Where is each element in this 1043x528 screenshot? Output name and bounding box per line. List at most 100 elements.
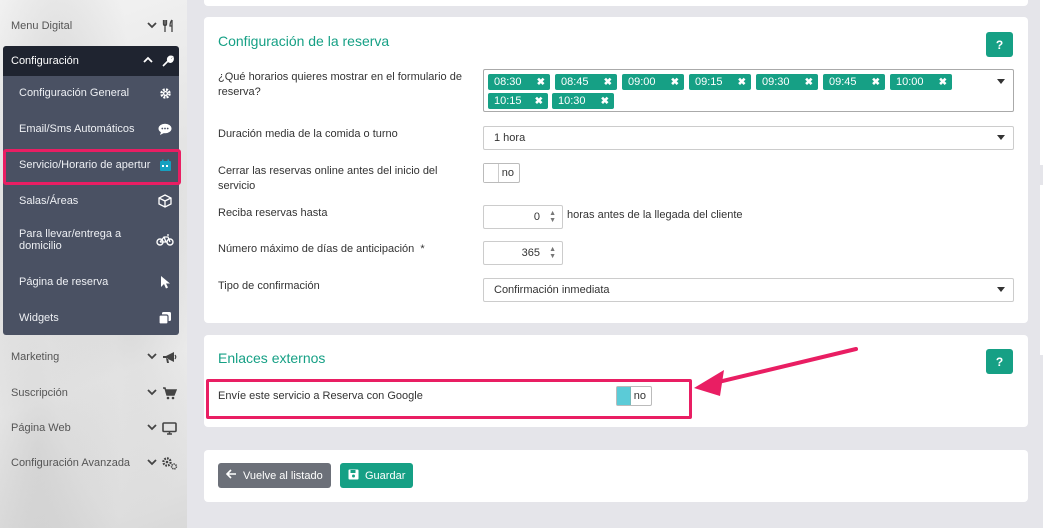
remove-tag-icon[interactable]: ✖: [604, 77, 612, 88]
time-tag[interactable]: 08:30 ✖: [488, 74, 550, 90]
remove-tag-icon[interactable]: ✖: [872, 77, 880, 88]
remove-tag-icon[interactable]: ✖: [939, 77, 947, 88]
button-label: Vuelve al listado: [243, 469, 323, 482]
sidebar-item-label: Página Web: [11, 422, 71, 434]
sidebar-item-label: Configuración General: [19, 87, 130, 99]
sidebar-item-label: Salas/Áreas: [19, 195, 79, 207]
time-tag[interactable]: 10:30 ✖: [552, 93, 614, 109]
toggle-knob: [484, 164, 499, 182]
sidebar-item-configuracion-general[interactable]: Configuración General: [3, 75, 179, 111]
cerrar-reservas-label: Cerrar las reservas online antes del ini…: [218, 165, 438, 192]
sidebar-item-label: Suscripción: [11, 387, 68, 399]
remove-tag-icon[interactable]: ✖: [537, 77, 545, 88]
horas-suffix: horas antes de la llegada del cliente: [567, 209, 743, 221]
spinner-icon[interactable]: ▲ ▼: [549, 210, 556, 224]
remove-tag-icon[interactable]: ✖: [738, 77, 746, 88]
recibir-reservas-label: Reciba reservas hasta: [218, 207, 328, 219]
sidebar-item-label: Para llevar/entrega a domicilio: [19, 228, 122, 252]
sidebar-item-configuracion-avanzada[interactable]: Configuración Avanzada: [0, 445, 180, 481]
remove-tag-icon[interactable]: ✖: [805, 77, 813, 88]
button-label: Guardar: [365, 469, 406, 482]
gears-icon: [158, 456, 180, 470]
sidebar-item-para-llevar[interactable]: Para llevar/entrega a domicilio: [3, 222, 179, 258]
back-to-list-button[interactable]: Vuelve al listado: [218, 463, 331, 488]
sidebar-item-widgets[interactable]: Widgets: [3, 300, 179, 336]
google-label: Envíe este servicio a Reserva con Google: [218, 390, 423, 402]
time-tag[interactable]: 09:30 ✖: [756, 74, 818, 90]
tag-label: 08:45: [561, 76, 589, 88]
save-button[interactable]: Guardar: [340, 463, 414, 488]
horarios-multiselect[interactable]: 08:30 ✖ 08:45 ✖ 09:00 ✖ 09:15 ✖ 09:30 ✖ 09:45…: [483, 69, 1014, 112]
max-dias-input[interactable]: 365 ▲ ▼: [483, 241, 563, 265]
cart-icon: [158, 386, 180, 400]
chevron-down-icon: [146, 352, 158, 363]
tag-label: 09:00: [628, 76, 656, 88]
chevron-down-icon: [146, 423, 158, 434]
input-value: 0: [533, 211, 540, 223]
tag-label: 09:45: [829, 76, 857, 88]
sidebar-item-menu-digital[interactable]: Menu Digital: [0, 8, 180, 44]
select-value: 1 hora: [494, 132, 526, 144]
input-value: 365: [521, 247, 540, 259]
sidebar-item-pagina-reserva[interactable]: Página de reserva: [3, 264, 179, 300]
help-button[interactable]: ?: [986, 32, 1013, 57]
sidebar-item-configuracion[interactable]: Configuración: [3, 46, 179, 76]
caret-down-icon[interactable]: [997, 79, 1005, 84]
select-value: Confirmación inmediata: [494, 284, 610, 296]
time-tag[interactable]: 10:15 ✖: [488, 93, 548, 109]
help-button[interactable]: ?: [986, 349, 1013, 374]
cutlery-icon: [158, 19, 180, 33]
caret-down-icon: [997, 135, 1005, 140]
sidebar-item-suscripcion[interactable]: Suscripción: [0, 375, 180, 411]
chevron-down-icon: [146, 458, 158, 469]
sidebar: Menu Digital Configuración Configuración…: [0, 0, 187, 528]
time-tag[interactable]: 09:00 ✖: [622, 74, 684, 90]
sidebar-item-email-sms[interactable]: Email/Sms Automáticos: [3, 111, 179, 147]
horas-antes-input[interactable]: 0 ▲ ▼: [483, 205, 563, 229]
time-tag[interactable]: 08:45 ✖: [555, 74, 617, 90]
sidebar-item-label: Configuración Avanzada: [11, 457, 131, 469]
gear-icon: [151, 87, 179, 100]
cerrar-reservas-toggle[interactable]: no: [483, 163, 520, 183]
sidebar-item-pagina-web[interactable]: Página Web: [0, 410, 180, 446]
previous-panel: [204, 0, 1028, 6]
panel-title: Configuración de la reserva: [218, 33, 390, 49]
sidebar-item-marketing[interactable]: Marketing: [0, 339, 180, 375]
caret-down-icon: [997, 287, 1005, 292]
max-dias-text: Número máximo de días de anticipación: [218, 243, 415, 255]
wrench-icon: [155, 54, 179, 68]
monitor-icon: [158, 421, 180, 435]
tipo-confirmacion-select[interactable]: Confirmación inmediata: [483, 278, 1014, 302]
sidebar-item-servicio-horario[interactable]: Servicio/Horario de apertura: [3, 147, 179, 183]
remove-tag-icon[interactable]: ✖: [535, 96, 543, 107]
toggle-label: no: [501, 167, 514, 179]
chevron-down-icon: [146, 388, 158, 399]
sidebar-item-label: Widgets: [19, 312, 59, 324]
tag-label: 10:15: [494, 95, 522, 107]
calendar-icon: [151, 159, 179, 172]
tag-label: 08:30: [494, 76, 522, 88]
spinner-icon[interactable]: ▲ ▼: [549, 246, 556, 260]
remove-tag-icon[interactable]: ✖: [671, 77, 679, 88]
remove-tag-icon[interactable]: ✖: [601, 96, 609, 107]
panel-title: Enlaces externos: [218, 350, 326, 366]
sidebar-item-salas-areas[interactable]: Salas/Áreas: [3, 183, 179, 219]
google-toggle[interactable]: no: [616, 386, 652, 406]
time-tag[interactable]: 09:45 ✖: [823, 74, 885, 90]
time-tag[interactable]: 09:15 ✖: [689, 74, 751, 90]
chevron-up-icon: [141, 55, 155, 67]
sidebar-item-label: Email/Sms Automáticos: [19, 123, 135, 135]
chevron-down-icon: [146, 21, 158, 32]
floppy-disk-icon: [348, 469, 359, 483]
tipo-confirmacion-label: Tipo de confirmación: [218, 280, 320, 292]
reserva-config-panel: Configuración de la reserva ? ¿Qué horar…: [204, 17, 1028, 323]
bicycle-icon: [151, 234, 179, 246]
max-dias-label: Número máximo de días de anticipación *: [218, 242, 480, 257]
cube-icon: [151, 194, 179, 208]
time-tag[interactable]: 10:00 ✖: [890, 74, 952, 90]
duracion-select[interactable]: 1 hora: [483, 126, 1014, 150]
copy-icon: [151, 311, 179, 325]
sidebar-item-label: Servicio/Horario de apertura: [19, 159, 151, 171]
arrow-left-icon: [225, 469, 237, 482]
enlaces-externos-panel: Enlaces externos ? Envíe este servicio a…: [204, 335, 1028, 427]
